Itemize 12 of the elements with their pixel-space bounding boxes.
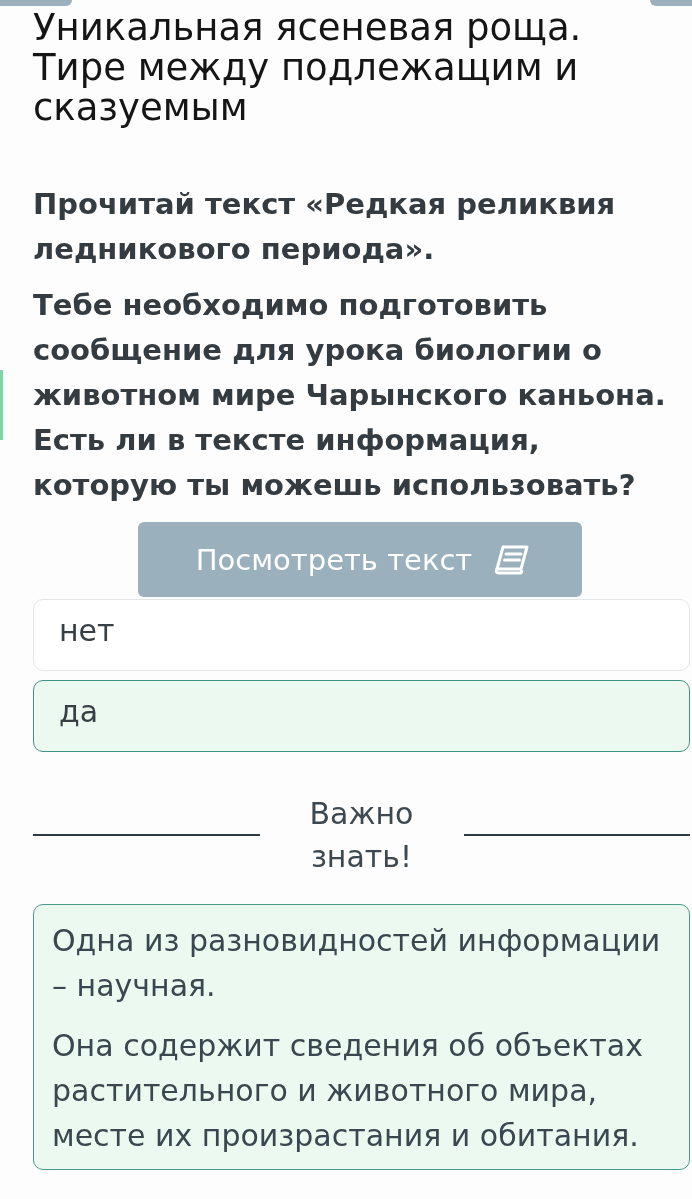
task-text: Прочитай текст «Редкая реликвия ледникового периода». [33,186,617,268]
answer-option[interactable]: нет [33,599,690,671]
section-heading: Важно знать! [308,795,415,876]
task-text: Тебе необходимо подготовить сообщение для урока биологии о животном мире Чарынского каньона. Есть ли в тексте информация, которую ты можешь использовать? [33,287,667,504]
lesson-title: Уникальная ясеневая роща. Тире между подлежащим и сказуемым [33,8,583,128]
info-text: Она содержит сведения об объектах растительного и животного мира, месте их произрастания и обитания. [52,1027,644,1155]
info-text: Одна из разновидностей информации – научная. [52,922,662,1005]
side-marker [0,370,3,440]
nav-button[interactable] [0,0,72,6]
book-icon [494,544,531,575]
nav-button[interactable] [650,0,692,6]
answer-option[interactable]: да [33,680,690,752]
